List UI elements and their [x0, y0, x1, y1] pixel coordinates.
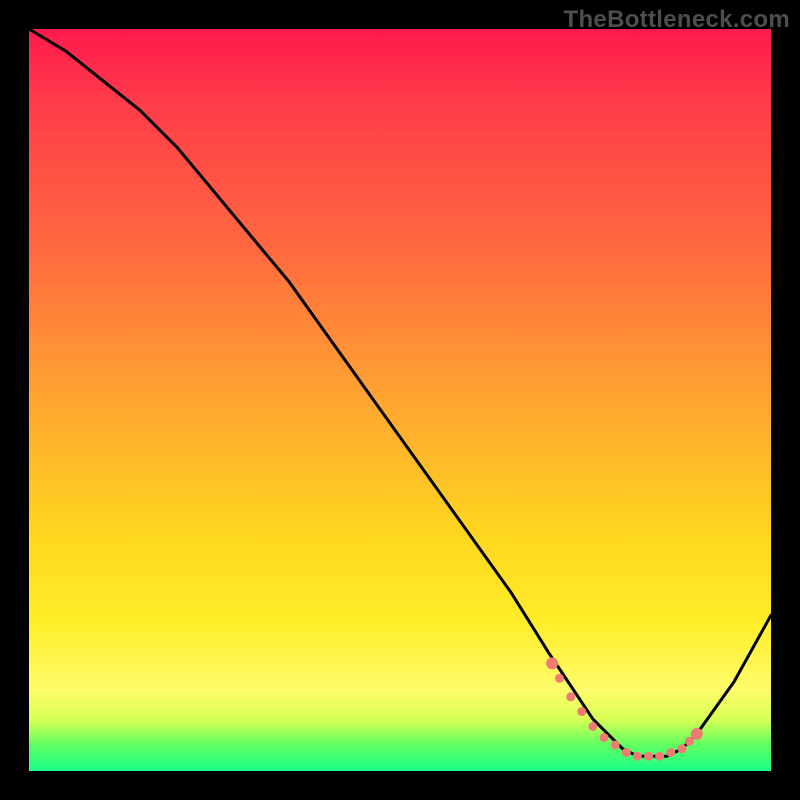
chart-svg [29, 29, 771, 771]
basin-marker [611, 741, 620, 750]
basin-marker [588, 722, 597, 731]
basin-marker [666, 748, 675, 757]
basin-marker [600, 733, 609, 742]
basin-markers-group [546, 657, 703, 760]
basin-marker [655, 752, 664, 761]
plot-area [29, 29, 771, 771]
basin-marker [622, 748, 631, 757]
chart-frame: TheBottleneck.com [0, 0, 800, 800]
basin-marker [678, 744, 687, 753]
basin-marker [633, 752, 642, 761]
basin-marker [546, 657, 558, 669]
basin-marker [566, 692, 575, 701]
basin-marker [685, 737, 694, 746]
basin-marker [691, 728, 703, 740]
basin-marker [555, 674, 564, 683]
basin-marker [577, 707, 586, 716]
basin-marker [644, 752, 653, 761]
bottleneck-curve [29, 29, 771, 756]
